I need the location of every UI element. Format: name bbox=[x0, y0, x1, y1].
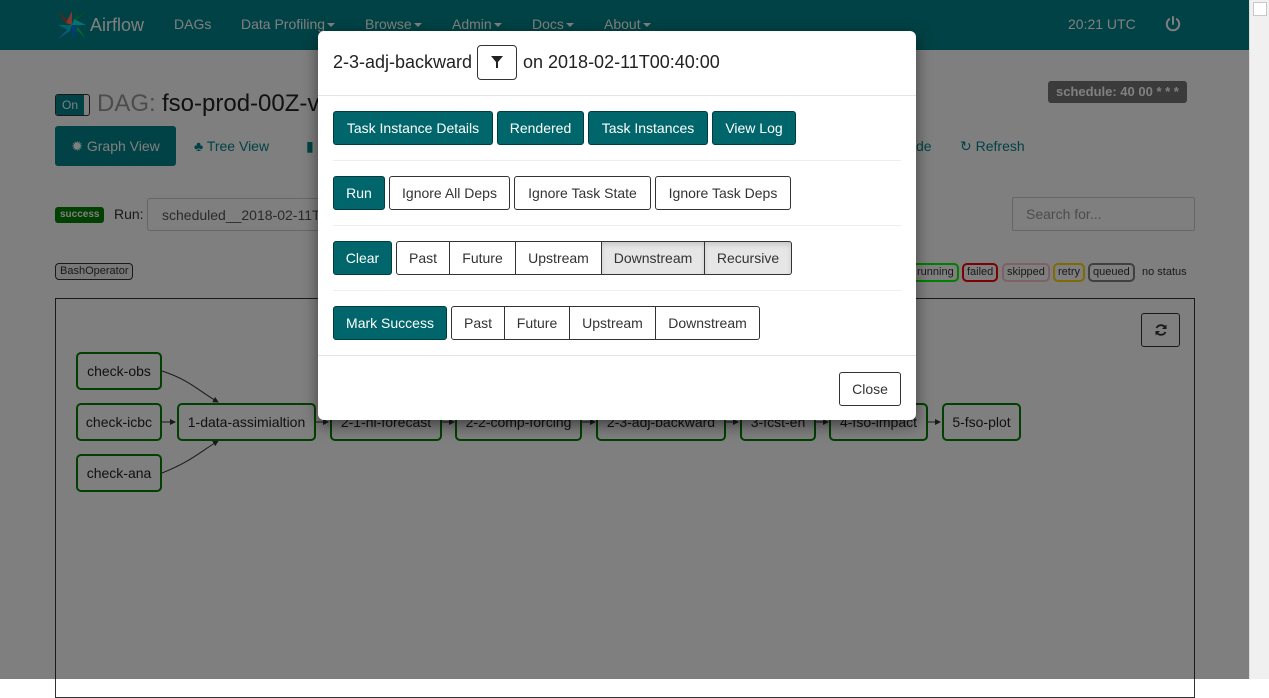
task-instances-button[interactable]: Task Instances bbox=[588, 111, 708, 145]
view-log-button[interactable]: View Log bbox=[712, 111, 796, 145]
divider bbox=[333, 160, 901, 161]
filter-icon bbox=[491, 56, 503, 68]
page-scrollbar[interactable] bbox=[1249, 0, 1269, 679]
clear-downstream-toggle[interactable]: Downstream bbox=[601, 241, 705, 275]
ignore-task-deps-toggle[interactable]: Ignore Task Deps bbox=[655, 176, 791, 210]
ignore-task-state-toggle[interactable]: Ignore Task State bbox=[514, 176, 651, 210]
task-instance-modal: 2-3-adj-backward on 2018-02-11T00:40:00 … bbox=[318, 31, 916, 420]
close-button[interactable]: Close bbox=[839, 372, 901, 406]
modal-task-title: 2-3-adj-backward bbox=[333, 52, 473, 72]
rendered-button[interactable]: Rendered bbox=[497, 111, 584, 145]
divider bbox=[333, 290, 901, 291]
filter-button[interactable] bbox=[477, 45, 517, 80]
clear-recursive-toggle[interactable]: Recursive bbox=[704, 241, 792, 275]
mark-downstream-toggle[interactable]: Downstream bbox=[655, 306, 760, 340]
modal-footer: Close bbox=[318, 355, 916, 420]
ignore-all-deps-toggle[interactable]: Ignore All Deps bbox=[389, 176, 510, 210]
mark-future-toggle[interactable]: Future bbox=[504, 306, 570, 340]
clear-future-toggle[interactable]: Future bbox=[449, 241, 516, 275]
task-instance-details-button[interactable]: Task Instance Details bbox=[333, 111, 493, 145]
divider bbox=[333, 225, 901, 226]
clear-button[interactable]: Clear bbox=[333, 241, 392, 275]
modal-execution-date: on 2018-02-11T00:40:00 bbox=[523, 52, 720, 72]
clear-upstream-toggle[interactable]: Upstream bbox=[515, 241, 602, 275]
mark-past-toggle[interactable]: Past bbox=[451, 306, 505, 340]
modal-header: 2-3-adj-backward on 2018-02-11T00:40:00 bbox=[318, 31, 916, 96]
mark-success-button[interactable]: Mark Success bbox=[333, 306, 447, 340]
run-button[interactable]: Run bbox=[333, 176, 385, 210]
clear-past-toggle[interactable]: Past bbox=[396, 241, 450, 275]
mark-upstream-toggle[interactable]: Upstream bbox=[569, 306, 656, 340]
scrollbar-thumb[interactable] bbox=[1253, 2, 1267, 16]
